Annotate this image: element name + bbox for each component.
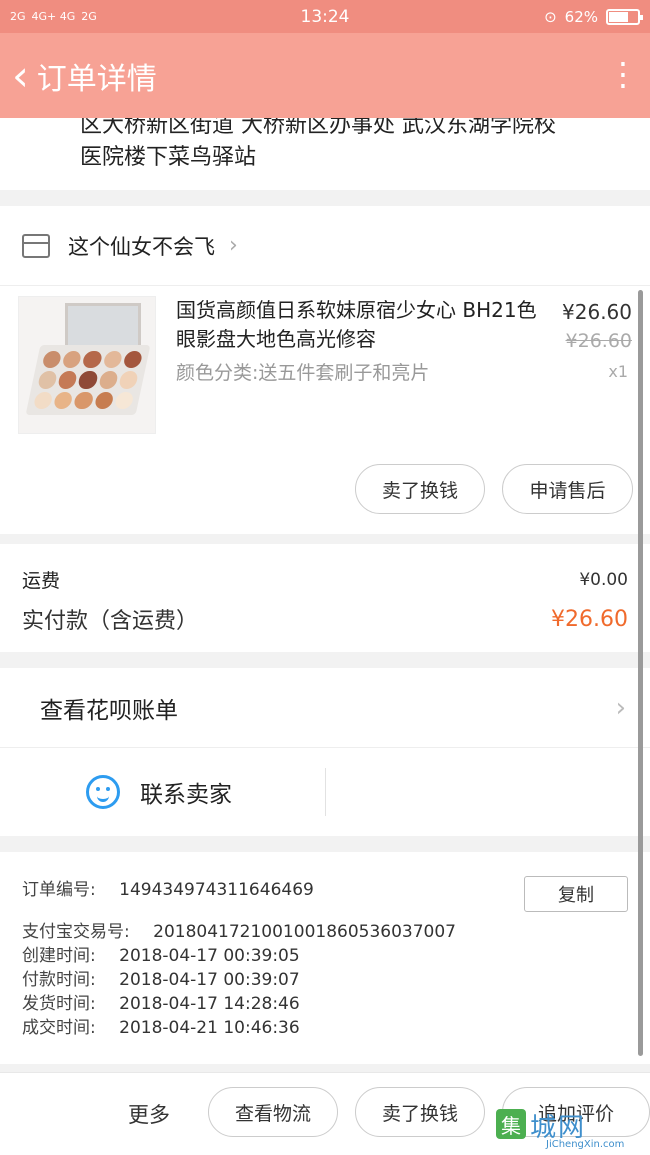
palette-mirror bbox=[65, 303, 141, 351]
signal-4g-label: 4G+ 4G bbox=[31, 10, 76, 23]
title-bar: ‹ 订单详情 · · · bbox=[0, 33, 650, 118]
contact-seller-label: 联系卖家 bbox=[140, 782, 232, 808]
shipped-time-row: 发货时间: 2018-04-17 14:28:46 bbox=[22, 992, 628, 1016]
shop-name: 这个仙女不会飞 bbox=[68, 234, 215, 259]
signal-2g-second-label: 2G bbox=[81, 10, 97, 23]
shipped-time-label: 发货时间: bbox=[22, 994, 96, 1014]
divider bbox=[325, 768, 326, 816]
huabei-bill-row[interactable]: 查看花呗账单 › bbox=[0, 668, 650, 748]
copy-button[interactable]: 复制 bbox=[524, 876, 628, 912]
battery-icon bbox=[606, 8, 643, 25]
watermark-logo: 集 bbox=[496, 1109, 526, 1139]
paid-time-value: 2018-04-17 00:39:07 bbox=[119, 970, 300, 990]
alipay-number-row: 支付宝交易号: 2018041721001001860536037007 bbox=[22, 920, 628, 944]
more-button[interactable]: 更多 bbox=[128, 1099, 170, 1129]
alipay-number-label: 支付宝交易号: bbox=[22, 922, 130, 942]
done-time-value: 2018-04-21 10:46:36 bbox=[119, 1018, 300, 1038]
paid-value: ¥26.60 bbox=[551, 606, 628, 632]
product-thumbnail[interactable] bbox=[18, 296, 156, 434]
store-icon bbox=[22, 233, 50, 258]
watermark-url: JiChengXin.com bbox=[546, 1139, 625, 1150]
chevron-right-icon: › bbox=[229, 233, 238, 258]
signal-2g-label: 2G bbox=[10, 10, 26, 23]
contact-seller-row[interactable]: 联系卖家 bbox=[0, 748, 650, 836]
after-sale-button[interactable]: 申请售后 bbox=[502, 464, 633, 514]
product-original-price: ¥26.60 bbox=[565, 330, 632, 352]
paid-label: 实付款（含运费） bbox=[22, 609, 199, 634]
shop-row[interactable]: 这个仙女不会飞 › bbox=[0, 206, 650, 286]
chevron-right-icon: › bbox=[615, 692, 626, 723]
created-time-row: 创建时间: 2018-04-17 00:39:05 bbox=[22, 944, 628, 968]
order-number-value: 1494349743116464​69 bbox=[119, 880, 314, 900]
shipping-row: 运费 ¥0.00 bbox=[22, 566, 628, 593]
battery-percent: 62% bbox=[564, 7, 598, 26]
product-spec: 颜色分类:送五件套刷子和亮片 bbox=[176, 362, 430, 384]
alipay-number-value: 2018041721001001860536037007 bbox=[153, 922, 456, 942]
scrollbar[interactable] bbox=[638, 290, 643, 1056]
rotation-lock-icon: ⊙ bbox=[544, 7, 557, 26]
back-arrow-icon[interactable]: ‹ bbox=[12, 54, 29, 97]
site-watermark: 集 城网 JiChengXin.com bbox=[496, 1107, 646, 1151]
page-title: 订单详情 bbox=[36, 61, 157, 97]
paid-row: 实付款（含运费） ¥26.60 bbox=[22, 603, 628, 635]
product-price: ¥26.60 bbox=[562, 300, 632, 324]
clock: 13:24 bbox=[300, 6, 350, 27]
fee-summary: 运费 ¥0.00 实付款（含运费） ¥26.60 bbox=[0, 534, 650, 652]
product-quantity: x1 bbox=[608, 362, 628, 381]
done-time-label: 成交时间: bbox=[22, 1018, 96, 1038]
delivery-address: 区大桥新区街道 大桥新区办事处 武汉东湖学院校 医院楼下菜鸟驿站 bbox=[0, 118, 650, 190]
view-logistics-button[interactable]: 查看物流 bbox=[208, 1087, 338, 1137]
shipped-time-value: 2018-04-17 14:28:46 bbox=[119, 994, 300, 1014]
sell-button[interactable]: 卖了换钱 bbox=[355, 464, 485, 514]
paid-time-row: 付款时间: 2018-04-17 00:39:07 bbox=[22, 968, 628, 992]
order-info: 订单编号: 1494349743116464​69 支付宝交易号: 201804… bbox=[0, 852, 650, 1064]
eyeshadow-palette-image bbox=[25, 345, 151, 415]
shipping-label: 运费 bbox=[22, 570, 61, 592]
product-item: 国货高颜值日系软妹原宿少女心 BH21色眼影盘大地色高光修容 颜色分类:送五件套… bbox=[0, 286, 650, 534]
address-line-1: 区大桥新区街道 大桥新区办事处 武汉东湖学院校 bbox=[80, 118, 556, 138]
status-bar: 2G 4G+ 4G 2G 13:24 ⊙ 62% bbox=[0, 0, 650, 33]
more-options-icon[interactable]: · · · bbox=[608, 48, 638, 102]
paid-time-label: 付款时间: bbox=[22, 970, 96, 990]
chat-smile-icon bbox=[86, 775, 120, 809]
footer-sell-button[interactable]: 卖了换钱 bbox=[355, 1087, 485, 1137]
created-time-label: 创建时间: bbox=[22, 946, 96, 966]
shipping-value: ¥0.00 bbox=[579, 569, 628, 590]
product-title[interactable]: 国货高颜值日系软妹原宿少女心 BH21色眼影盘大地色高光修容 bbox=[176, 296, 554, 354]
order-number-label: 订单编号: bbox=[22, 880, 96, 900]
signal-indicators: 2G 4G+ 4G 2G bbox=[10, 10, 210, 23]
address-line-2: 医院楼下菜鸟驿站 bbox=[80, 145, 257, 170]
created-time-value: 2018-04-17 00:39:05 bbox=[119, 946, 300, 966]
bill-label: 查看花呗账单 bbox=[40, 697, 178, 724]
done-time-row: 成交时间: 2018-04-21 10:46:36 bbox=[22, 1016, 628, 1040]
battery-fill bbox=[609, 11, 628, 22]
